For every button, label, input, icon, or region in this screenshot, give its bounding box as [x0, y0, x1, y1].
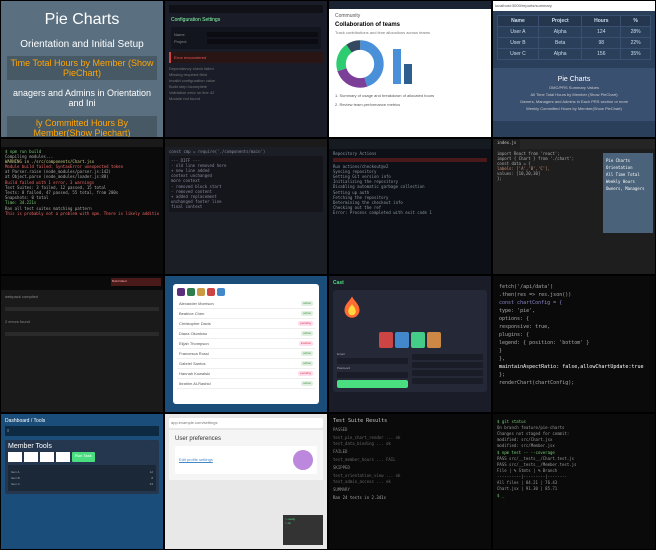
settings-page: app.example.com/settings User preference…	[164, 413, 328, 550]
table-row[interactable]: User AAlpha12428%	[498, 27, 651, 38]
text-input[interactable]	[412, 354, 483, 360]
avatar-chip[interactable]	[411, 332, 425, 348]
header-bar	[329, 1, 491, 9]
tool-tile[interactable]	[24, 452, 38, 462]
text-input[interactable]	[412, 362, 483, 368]
diff-panel[interactable]: const cmp = require('./components/main')…	[164, 138, 328, 276]
data-table: NameProjectHours% User AAlpha12428% User…	[497, 15, 651, 60]
data-report: localhost:3000/reports/summary NameProje…	[492, 0, 656, 138]
slide-title: Pie Charts	[7, 11, 157, 29]
bar	[404, 64, 412, 84]
footer-line: 2. Review team performance metrics	[335, 102, 485, 107]
list-item[interactable]: Elijah Thompsoninactive	[177, 339, 315, 349]
editor-tab[interactable]: index.js	[493, 139, 520, 149]
bar	[393, 49, 401, 84]
terminal-titlebar	[1, 139, 163, 147]
error-badge[interactable]: Build failed	[111, 278, 161, 286]
panel-header	[165, 139, 327, 147]
list-item[interactable]: Beatrice Chenactive	[177, 309, 315, 319]
avatar[interactable]	[293, 450, 313, 470]
slide-highlight: Time Total Hours by Member (Show PieChar…	[7, 56, 157, 80]
list-item[interactable]: Ibrahim Al-Rashidactive	[177, 379, 315, 389]
address-bar[interactable]: localhost:3000/reports/summary	[493, 1, 655, 11]
avatar-chip[interactable]	[395, 332, 409, 348]
bell-icon[interactable]	[197, 288, 205, 296]
run-button[interactable]: Run Task	[72, 452, 95, 462]
pie-section: Pie Charts OMC/PRS Summary Values All Ti…	[493, 68, 655, 121]
avatar-row	[337, 332, 483, 348]
report-subtitle: Track contributions and time allocations…	[335, 30, 485, 35]
list-item[interactable]: Francesca Rossiactive	[177, 349, 315, 359]
slide-piecharts: Pie Charts Orientation and Initial Setup…	[0, 0, 164, 138]
text-input[interactable]	[412, 378, 483, 384]
footer-line: 1. Summary of usage and breakdown of all…	[335, 93, 485, 98]
build-panel: Build failed webpack compiled 2 errors f…	[0, 275, 164, 413]
list-item[interactable]: Christopher Davispending	[177, 319, 315, 329]
gear-icon[interactable]	[217, 288, 225, 296]
slide-bottom: ly Committed Hours By Member(Show Piecha…	[7, 116, 157, 138]
page-title: Member Tools	[8, 443, 156, 450]
terminal[interactable]: $ npm run build Compiling modules... WAR…	[0, 138, 164, 276]
ci-header	[329, 139, 491, 149]
tool-tile[interactable]	[40, 452, 54, 462]
donut-chart	[335, 39, 385, 89]
dashboard-tools: Dashboard / Tools ≡ Member Tools Run Tas…	[0, 413, 164, 550]
ci-log[interactable]: Repository Actions Run actions/checkout@…	[328, 138, 492, 276]
form-box: Name Project	[171, 27, 321, 49]
breadcrumb[interactable]: Dashboard / Tools	[5, 418, 159, 424]
address-bar[interactable]: app.example.com/settings	[169, 418, 323, 428]
list-item[interactable]: Hannah Kowalskipending	[177, 369, 315, 379]
text-input[interactable]	[207, 39, 318, 44]
error-bar	[333, 158, 487, 162]
results-title: Test Suite Results	[333, 418, 487, 424]
flame-icon	[337, 294, 367, 324]
email-input[interactable]	[337, 358, 408, 364]
form-panel: Configuration Settings Name Project Erro…	[164, 0, 328, 138]
alert-icon[interactable]	[207, 288, 215, 296]
test-results[interactable]: Test Suite Results PASSED test_pie_chart…	[328, 413, 492, 550]
breadcrumb[interactable]: Community	[335, 13, 485, 19]
divider	[5, 307, 159, 311]
code-snippet[interactable]: fetch('/api/data') .then(res => res.json…	[492, 275, 656, 413]
error-list: Dependency check failed Missing required…	[169, 66, 323, 101]
avatar-chip[interactable]	[379, 332, 393, 348]
list-item[interactable]: Gabriel Santosactive	[177, 359, 315, 369]
toolbar	[177, 288, 315, 296]
tab-bar: index.js	[493, 139, 655, 149]
editor[interactable]: index.js import React from 'react'; impo…	[492, 138, 656, 276]
avatar-chip[interactable]	[427, 332, 441, 348]
divider	[5, 332, 159, 336]
bar-chart	[393, 44, 412, 84]
titlebar	[169, 5, 323, 13]
users-icon[interactable]	[187, 288, 195, 296]
list-item[interactable]: Alexander Morrisonactive	[177, 299, 315, 309]
password-input[interactable]	[337, 372, 408, 378]
nav-bar: ≡	[5, 426, 159, 436]
user-list-app: Alexander Morrisonactive Beatrice Chenac…	[164, 275, 328, 413]
console-overlay[interactable]: > ready > ok	[283, 515, 323, 545]
preview-panel: Pie Charts Orientation All Time Total We…	[603, 153, 653, 233]
edit-link[interactable]: Edit profile settings	[179, 457, 213, 462]
form-title: Configuration Settings	[169, 15, 323, 25]
continue-button[interactable]	[337, 380, 408, 388]
list-item[interactable]: Diana Okonkwoactive	[177, 329, 315, 339]
page-heading: User preferences	[175, 436, 317, 442]
error-banner: Error encountered	[169, 52, 323, 63]
text-input[interactable]	[412, 370, 483, 376]
tool-tile[interactable]	[8, 452, 22, 462]
donut-report: Community Collaboration of teams Track c…	[328, 0, 492, 138]
app-logo: Cast	[333, 280, 344, 286]
shell[interactable]: $ git status On branch feature/pie-chart…	[492, 413, 656, 550]
tool-tile[interactable]	[56, 452, 70, 462]
table-row[interactable]: User BBeta9822%	[498, 38, 651, 49]
slide-subtitle: Orientation and Initial Setup	[7, 39, 157, 50]
report-title: Collaboration of teams	[335, 22, 485, 28]
signup-app: Cast Email Password	[328, 275, 492, 413]
text-input[interactable]	[207, 32, 318, 37]
shield-icon[interactable]	[177, 288, 185, 296]
profile-card: Edit profile settings	[175, 446, 317, 474]
table-row[interactable]: User CAlpha15635%	[498, 49, 651, 60]
slide-line: anagers and Admins in Orientation and In…	[7, 88, 157, 108]
